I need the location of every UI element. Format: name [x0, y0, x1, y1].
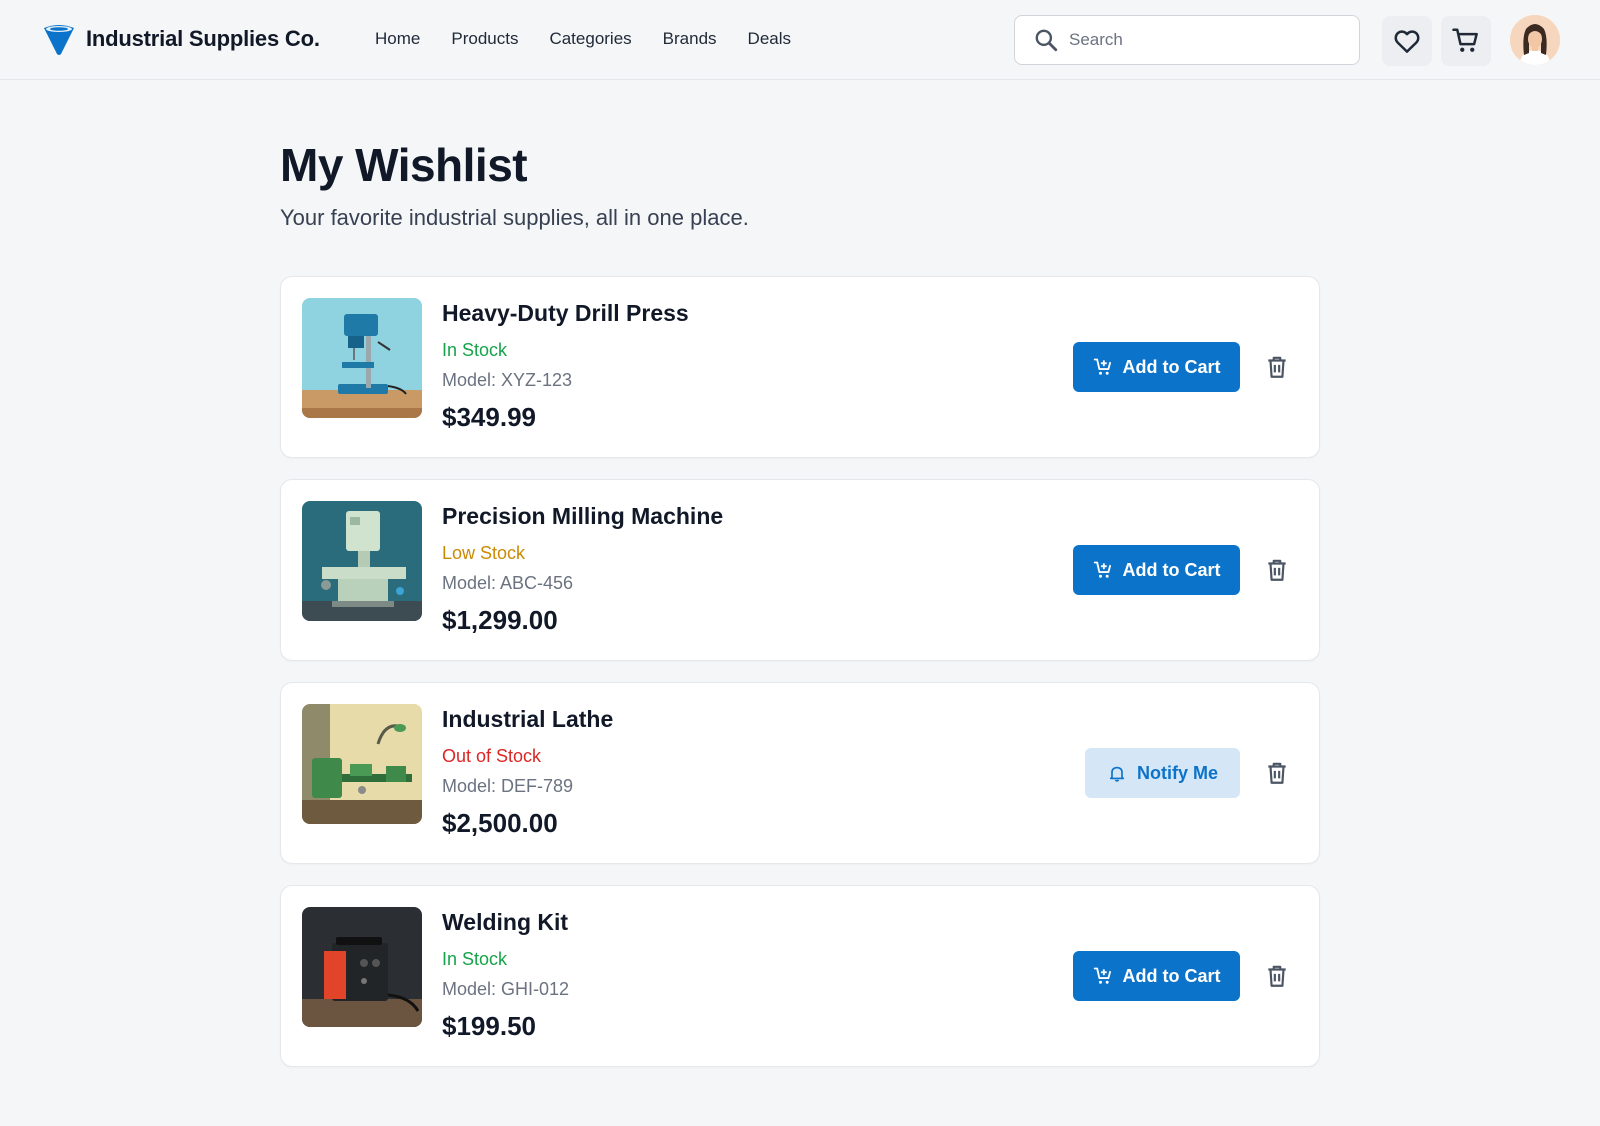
product-price: $2,500.00	[442, 808, 558, 838]
product-price: $1,299.00	[442, 605, 558, 635]
trash-icon	[1268, 356, 1286, 378]
wishlist-item: Precision Milling Machine Low Stock Mode…	[280, 479, 1320, 661]
notify-me-label: Notify Me	[1137, 762, 1218, 783]
add-to-cart-button[interactable]: Add to Cart	[1073, 342, 1240, 392]
search-input[interactable]	[1069, 30, 1349, 50]
product-image-lathe[interactable]	[302, 704, 422, 824]
wishlist-item: Welding Kit In Stock Model: GHI-012 $199…	[280, 885, 1320, 1067]
remove-item-button[interactable]	[1261, 554, 1293, 586]
search-box[interactable]	[1014, 15, 1360, 65]
user-avatar-image	[1510, 15, 1560, 65]
nav-deals[interactable]: Deals	[748, 29, 791, 49]
page-subtitle: Your favorite industrial supplies, all i…	[280, 205, 749, 230]
add-to-cart-label: Add to Cart	[1122, 356, 1221, 377]
product-model: Model: ABC-456	[442, 573, 574, 593]
product-image-milling-machine[interactable]	[302, 501, 422, 621]
wishlist-item: Heavy-Duty Drill Press In Stock Model: X…	[280, 276, 1320, 458]
nav-brands[interactable]: Brands	[663, 29, 717, 49]
product-name[interactable]: Industrial Lathe	[442, 706, 613, 733]
lathe-image	[302, 704, 422, 824]
remove-item-button[interactable]	[1261, 757, 1293, 789]
add-cart-icon	[1093, 358, 1111, 375]
product-image-welding-kit[interactable]	[302, 907, 422, 1027]
heart-icon	[1394, 30, 1420, 53]
product-price: $199.50	[442, 1011, 536, 1041]
welding-kit-image	[302, 907, 422, 1027]
stock-status: In Stock	[442, 949, 508, 969]
remove-item-button[interactable]	[1261, 351, 1293, 383]
product-price: $349.99	[442, 402, 536, 432]
wishlist-button[interactable]	[1382, 16, 1432, 66]
product-name[interactable]: Heavy-Duty Drill Press	[442, 300, 689, 327]
add-cart-icon	[1093, 967, 1111, 984]
search-icon	[1035, 29, 1058, 52]
nav-products[interactable]: Products	[451, 29, 518, 49]
cart-button[interactable]	[1441, 16, 1491, 66]
stock-status: Out of Stock	[442, 746, 542, 766]
brand[interactable]: Industrial Supplies Co.	[42, 22, 320, 56]
product-name[interactable]: Welding Kit	[442, 909, 568, 936]
trash-icon	[1268, 965, 1286, 987]
remove-item-button[interactable]	[1261, 960, 1293, 992]
page-title: My Wishlist	[280, 139, 528, 191]
top-navigation-bar: Industrial Supplies Co. Home Products Ca…	[0, 0, 1600, 80]
add-to-cart-label: Add to Cart	[1122, 559, 1221, 580]
stock-status: In Stock	[442, 340, 508, 360]
cart-icon	[1452, 28, 1478, 52]
product-image-drill-press[interactable]	[302, 298, 422, 418]
nav-categories[interactable]: Categories	[549, 29, 631, 49]
add-to-cart-button[interactable]: Add to Cart	[1073, 545, 1240, 595]
nav-home[interactable]: Home	[375, 29, 420, 49]
add-to-cart-button[interactable]: Add to Cart	[1073, 951, 1240, 1001]
bell-icon	[1109, 766, 1125, 782]
product-name[interactable]: Precision Milling Machine	[442, 503, 723, 530]
trash-icon	[1268, 559, 1286, 581]
milling-machine-image	[302, 501, 422, 621]
wishlist-list: Heavy-Duty Drill Press In Stock Model: X…	[280, 276, 1320, 1088]
user-avatar[interactable]	[1510, 15, 1560, 65]
product-model: Model: DEF-789	[442, 776, 574, 796]
trash-icon	[1268, 762, 1286, 784]
notify-me-button[interactable]: Notify Me	[1085, 748, 1240, 798]
product-model: Model: GHI-012	[442, 979, 570, 999]
stock-status: Low Stock	[442, 543, 526, 563]
drill-press-image	[302, 298, 422, 418]
add-cart-icon	[1093, 561, 1111, 578]
funnel-logo-icon	[44, 25, 74, 55]
wishlist-item: Industrial Lathe Out of Stock Model: DEF…	[280, 682, 1320, 864]
main-nav: Home Products Categories Brands Deals	[375, 29, 791, 49]
add-to-cart-label: Add to Cart	[1122, 965, 1221, 986]
brand-name: Industrial Supplies Co.	[86, 26, 320, 51]
product-model: Model: XYZ-123	[442, 370, 573, 390]
